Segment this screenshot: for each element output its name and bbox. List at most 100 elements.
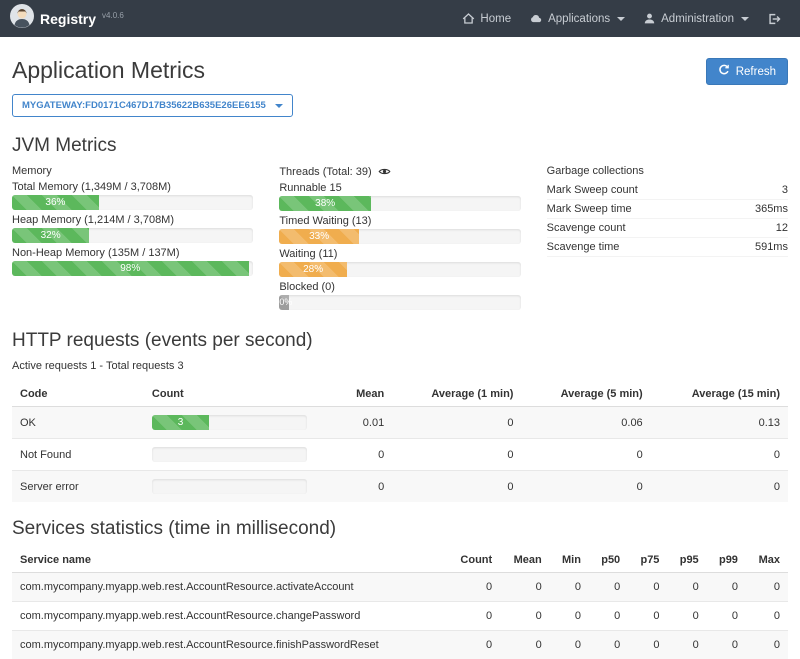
brand-link[interactable]: Registry v4.0.6 (10, 4, 124, 33)
memory-column: Memory Total Memory (1,349M / 3,708M) 36… (12, 165, 253, 314)
count-cell (144, 439, 315, 471)
value-cell: 0 (550, 631, 589, 659)
nav-home-label: Home (480, 13, 511, 25)
gc-title: Garbage collections (547, 165, 788, 177)
http-requests-title: HTTP requests (events per second) (12, 330, 788, 352)
http-requests-subtitle: Active requests 1 - Total requests 3 (12, 360, 788, 372)
waiting-progress: 28% (279, 262, 520, 277)
value-cell: 0 (500, 602, 550, 631)
value-cell: 0 (500, 631, 550, 659)
avg1-cell: 0 (392, 439, 521, 471)
mean-cell: 0 (315, 471, 393, 503)
chevron-down-icon (741, 17, 749, 21)
value-cell: 0 (500, 573, 550, 602)
heap-memory-progress: 32% (12, 228, 253, 243)
column-header: Mean (500, 548, 550, 573)
column-header: Code (12, 382, 144, 407)
services-statistics-table: Service name Count Mean Min p50 p75 p95 … (12, 548, 788, 659)
service-name-cell: com.mycompany.myapp.web.rest.AccountReso… (12, 631, 447, 659)
code-cell: OK (12, 407, 144, 439)
table-header-row: Code Count Mean Average (1 min) Average … (12, 382, 788, 407)
registry-logo-icon (10, 4, 34, 33)
progress-bar: 28% (279, 262, 347, 277)
avg5-cell: 0.06 (521, 407, 650, 439)
table-row: com.mycompany.myapp.web.rest.AccountReso… (12, 573, 788, 602)
column-header: Average (1 min) (392, 382, 521, 407)
value-cell: 0 (628, 602, 667, 631)
service-name-cell: com.mycompany.myapp.web.rest.AccountReso… (12, 573, 447, 602)
value-cell: 0 (447, 602, 501, 631)
progress-bar: 0% (279, 295, 289, 310)
count-cell (144, 471, 315, 503)
value-cell: 0 (746, 602, 788, 631)
brand-name: Registry (40, 11, 96, 27)
nav-applications-label: Applications (548, 13, 610, 25)
chevron-down-icon (275, 104, 283, 108)
eye-icon[interactable] (378, 165, 391, 178)
value-cell: 0 (667, 573, 706, 602)
value-cell: 0 (707, 631, 746, 659)
column-header: Average (15 min) (651, 382, 788, 407)
avg15-cell: 0 (651, 471, 788, 503)
runnable-label: Runnable 15 (279, 182, 520, 194)
value-cell: 0 (707, 602, 746, 631)
mean-cell: 0 (315, 439, 393, 471)
gc-value: 365ms (755, 203, 788, 215)
nav-home[interactable]: Home (453, 0, 520, 37)
threads-title: Threads (Total: 39) (279, 166, 371, 178)
avg15-cell: 0.13 (651, 407, 788, 439)
nav-applications[interactable]: Applications (520, 0, 634, 37)
instance-selector[interactable]: MYGATEWAY:FD0171C467D17B35622B635E26EE61… (12, 94, 293, 117)
sign-out-icon (767, 12, 781, 26)
column-header: Max (746, 548, 788, 573)
total-memory-progress: 36% (12, 195, 253, 210)
value-cell: 0 (628, 631, 667, 659)
brand-version: v4.0.6 (102, 11, 124, 20)
column-header: p99 (707, 548, 746, 573)
jvm-metrics-grid: Memory Total Memory (1,349M / 3,708M) 36… (12, 165, 788, 314)
value-cell: 0 (589, 573, 628, 602)
avg15-cell: 0 (651, 439, 788, 471)
gc-row: Scavenge time 591ms (547, 238, 788, 257)
progress-bar: 36% (12, 195, 99, 210)
progress-bar: 32% (12, 228, 89, 243)
http-requests-table: Code Count Mean Average (1 min) Average … (12, 382, 788, 502)
table-row: com.mycompany.myapp.web.rest.AccountReso… (12, 631, 788, 659)
blocked-label: Blocked (0) (279, 281, 520, 293)
avg5-cell: 0 (521, 471, 650, 503)
gc-value: 12 (776, 222, 788, 234)
value-cell: 0 (589, 631, 628, 659)
gc-value: 591ms (755, 241, 788, 253)
progress-bar: 38% (279, 196, 371, 211)
runnable-progress: 38% (279, 196, 520, 211)
refresh-button[interactable]: Refresh (706, 58, 788, 85)
avg5-cell: 0 (521, 439, 650, 471)
column-header: p75 (628, 548, 667, 573)
timed-waiting-progress: 33% (279, 229, 520, 244)
home-icon (462, 12, 475, 25)
gc-column: Garbage collections Mark Sweep count 3 M… (547, 165, 788, 314)
nav-logout[interactable] (758, 0, 790, 37)
progress-bar: 33% (279, 229, 359, 244)
value-cell: 0 (447, 631, 501, 659)
column-header: Count (144, 382, 315, 407)
nav-administration-label: Administration (661, 13, 734, 25)
avg1-cell: 0 (392, 407, 521, 439)
table-row: Not Found 0 0 0 0 (12, 439, 788, 471)
refresh-icon (718, 64, 730, 79)
count-progress (152, 479, 307, 494)
gc-row: Mark Sweep count 3 (547, 181, 788, 200)
waiting-label: Waiting (11) (279, 248, 520, 260)
gc-row: Mark Sweep time 365ms (547, 200, 788, 219)
services-statistics-title: Services statistics (time in millisecond… (12, 518, 788, 540)
gc-row: Scavenge count 12 (547, 219, 788, 238)
instance-selector-value: MYGATEWAY:FD0171C467D17B35622B635E26EE61… (22, 100, 266, 111)
gc-label: Mark Sweep time (547, 203, 632, 215)
column-header: Count (447, 548, 501, 573)
column-header: Service name (12, 548, 447, 573)
column-header: Average (5 min) (521, 382, 650, 407)
nav-administration[interactable]: Administration (634, 0, 758, 37)
value-cell: 0 (667, 631, 706, 659)
value-cell: 0 (447, 573, 501, 602)
column-header: p50 (589, 548, 628, 573)
